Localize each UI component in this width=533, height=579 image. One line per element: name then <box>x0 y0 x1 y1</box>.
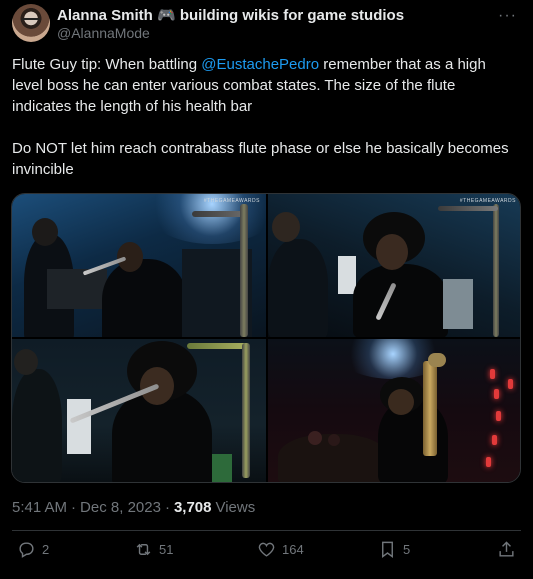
red-light <box>492 435 497 445</box>
like-icon <box>258 542 275 557</box>
large-flute <box>438 206 498 211</box>
flutist-body <box>353 264 448 337</box>
musician-head <box>272 212 300 242</box>
flute-crown <box>428 353 446 367</box>
reply-icon <box>19 542 34 558</box>
watermark-1: #THEGAMEAWARDS <box>203 198 260 204</box>
musician-head <box>32 218 58 246</box>
red-light <box>496 411 501 421</box>
watermark-2: #THEGAMEAWARDS <box>459 198 516 204</box>
contrabass-flute-pipe <box>242 343 250 478</box>
reply-count: 2 <box>42 542 50 557</box>
contrabass-flute-pipe <box>240 204 248 337</box>
tweet: Alanna Smith 🎮 building wikis for game s… <box>0 0 533 579</box>
views-count: 3,708 <box>173 499 212 516</box>
action-bar: 2 51 164 5 <box>0 540 533 562</box>
avatar[interactable] <box>12 4 50 42</box>
bookmark-count: 5 <box>403 542 411 557</box>
mention-link[interactable]: @EustachePedro <box>201 56 319 73</box>
flutist-head <box>388 389 414 415</box>
contrabass-flute <box>423 361 437 456</box>
flutist-body <box>102 259 187 337</box>
musician-head <box>328 434 340 446</box>
red-light <box>508 379 513 389</box>
flutist-head <box>376 234 408 270</box>
tweet-text-part1: Flute Guy tip: When battling <box>12 56 202 73</box>
repost-icon <box>136 543 151 556</box>
views-label: Views <box>215 499 256 516</box>
musician-silhouette <box>12 369 62 482</box>
share-button[interactable] <box>497 540 516 559</box>
divider <box>12 530 521 531</box>
sheet-music <box>67 399 91 454</box>
tweet-text: Flute Guy tip: When battling @EustachePe… <box>12 54 512 180</box>
like-button[interactable]: 164 <box>257 540 304 559</box>
media-image-4[interactable] <box>268 339 520 482</box>
name-row: Alanna Smith 🎮 building wikis for game s… <box>57 6 404 24</box>
media-image-1[interactable]: #THEGAMEAWARDS <box>12 194 266 337</box>
music-stand <box>47 269 107 309</box>
red-light <box>490 369 495 379</box>
repost-count: 51 <box>159 542 174 557</box>
bookmark-icon <box>382 541 393 559</box>
tweet-paragraph-1: Flute Guy tip: When battling @EustachePe… <box>12 54 512 117</box>
reply-button[interactable]: 2 <box>17 540 49 559</box>
meta-separator: · <box>164 499 170 516</box>
tweet-time[interactable]: 5:41 AM <box>12 499 67 516</box>
tweet-paragraph-2: Do NOT let him reach contrabass flute ph… <box>12 140 509 178</box>
repost-button[interactable]: 51 <box>134 540 173 559</box>
handle[interactable]: @AlannaMode <box>57 25 150 41</box>
sheet-music-2 <box>443 279 473 329</box>
musician-head <box>308 431 322 445</box>
red-light <box>486 457 491 467</box>
flutist-body <box>378 399 448 482</box>
media-image-3[interactable] <box>12 339 266 482</box>
share-icon <box>499 541 514 557</box>
avatar-glasses <box>21 18 41 26</box>
media-grid[interactable]: #THEGAMEAWARDS #THEGAMEAWARDS <box>11 193 521 483</box>
contrabass-flute-pipe <box>493 204 499 337</box>
more-icon[interactable]: ··· <box>498 7 517 25</box>
like-count: 164 <box>282 542 304 557</box>
musician-silhouette <box>268 239 328 337</box>
large-flute <box>187 343 247 349</box>
display-name[interactable]: Alanna Smith 🎮 building wikis for game s… <box>57 6 404 24</box>
media-image-2[interactable]: #THEGAMEAWARDS <box>268 194 520 337</box>
meta-separator: · <box>71 499 77 516</box>
sheet-music <box>338 256 356 294</box>
tweet-meta: 5:41 AM · Dec 8, 2023 · 3,708 Views <box>12 499 255 516</box>
tweet-date[interactable]: Dec 8, 2023 <box>80 499 161 516</box>
bookmark-button[interactable]: 5 <box>378 540 410 559</box>
red-light <box>494 389 499 399</box>
musician-head <box>14 349 38 375</box>
green-light <box>212 454 232 482</box>
